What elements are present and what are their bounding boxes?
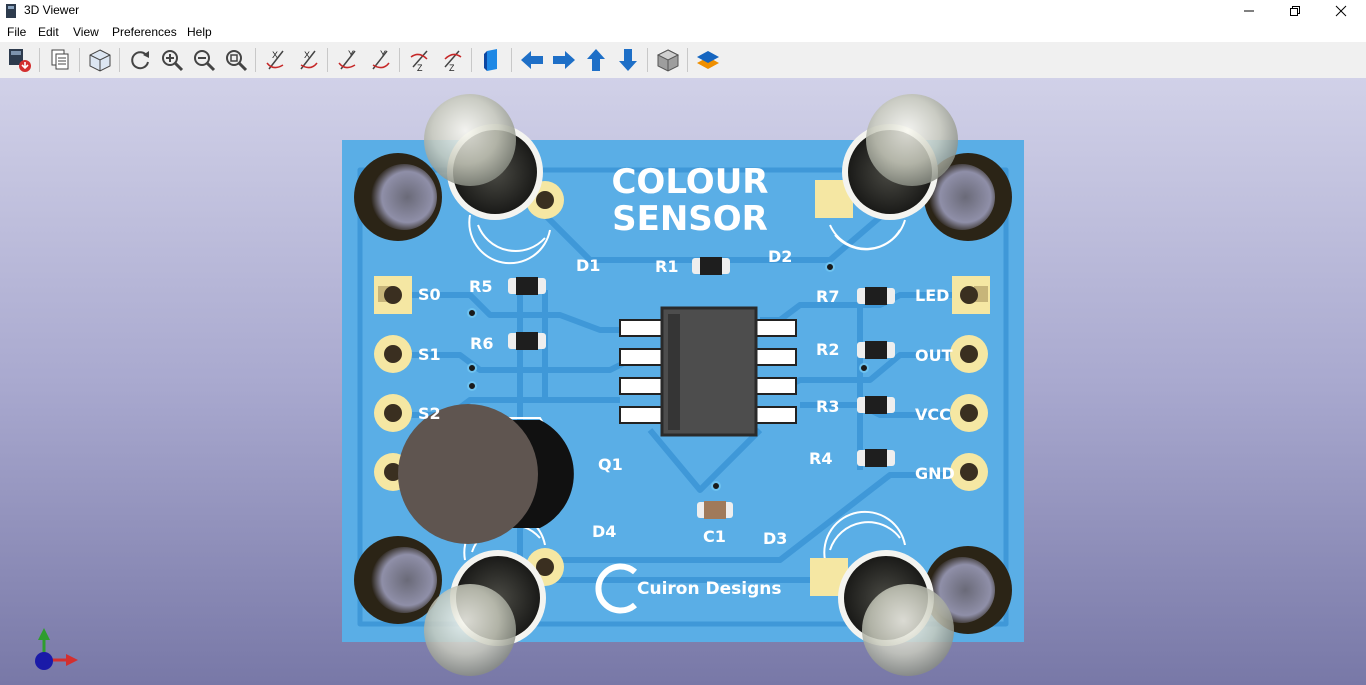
ref-d3: D3 <box>763 529 787 548</box>
render-options-icon <box>89 49 111 72</box>
svg-text:Z: Z <box>417 63 423 73</box>
toolbar: X X Y Y Z Z <box>0 42 1366 79</box>
ref-r2: R2 <box>816 340 839 359</box>
ref-r7: R7 <box>816 287 839 306</box>
move-down-icon <box>619 49 637 71</box>
ref-d2: D2 <box>768 247 792 266</box>
export-icon <box>9 49 31 72</box>
rotate-y-ccw-button[interactable]: Y <box>366 46 394 74</box>
title-bar: 3D Viewer <box>0 0 1366 22</box>
ref-r6: R6 <box>470 334 493 353</box>
rotate-y-cw-button[interactable]: Y <box>334 46 362 74</box>
menu-help[interactable]: Help <box>187 25 212 39</box>
move-up-button[interactable] <box>582 46 610 74</box>
pin-label-s2: S2 <box>418 404 441 423</box>
pin-label-s0: S0 <box>418 285 441 304</box>
rotate-z-cw-icon: Z <box>410 50 428 73</box>
rotate-y-ccw-icon: Y <box>372 49 390 70</box>
window-title: 3D Viewer <box>24 3 80 17</box>
layers-button[interactable] <box>694 46 722 74</box>
brand-label: Cuiron Designs <box>637 579 781 599</box>
zoom-out-icon <box>194 50 216 72</box>
refresh-button[interactable] <box>126 46 154 74</box>
render-options-button[interactable] <box>86 46 114 74</box>
zoom-in-button[interactable] <box>158 46 186 74</box>
board-title-line2: SENSOR <box>612 199 768 239</box>
ref-d1: D1 <box>576 256 600 275</box>
zoom-out-button[interactable] <box>190 46 218 74</box>
ref-r4: R4 <box>809 449 832 468</box>
ref-c1: C1 <box>703 527 726 546</box>
ortho-view-icon <box>656 49 680 72</box>
move-left-button[interactable] <box>518 46 546 74</box>
export-button[interactable] <box>6 46 34 74</box>
svg-text:Z: Z <box>449 63 455 73</box>
restore-icon <box>1290 6 1300 16</box>
rotate-x-cw-button[interactable]: X <box>262 46 290 74</box>
app-icon <box>6 4 16 18</box>
rotate-z-cw-button[interactable]: Z <box>406 46 434 74</box>
pin-label-vcc: VCC <box>915 405 951 424</box>
flip-board-icon <box>484 49 497 71</box>
menu-edit[interactable]: Edit <box>38 25 59 39</box>
move-up-icon <box>587 49 605 71</box>
move-right-button[interactable] <box>550 46 578 74</box>
axis-gizmo <box>35 628 78 670</box>
zoom-in-icon <box>162 50 184 72</box>
pin-label-s1: S1 <box>418 345 441 364</box>
layers-icon <box>697 51 719 69</box>
rotate-x-ccw-button[interactable]: X <box>294 46 322 74</box>
ref-q1: Q1 <box>598 455 623 474</box>
board-title-line1: COLOUR <box>611 162 768 202</box>
move-down-button[interactable] <box>614 46 642 74</box>
zoom-fit-button[interactable] <box>222 46 250 74</box>
pcb-render: COLOUR SENSOR Cuiron Designs D1 D2 D3 D4… <box>35 94 1024 676</box>
ortho-view-button[interactable] <box>654 46 682 74</box>
move-right-icon <box>553 51 575 69</box>
menu-bar: File Edit View Preferences Help <box>0 22 1366 42</box>
rotate-x-cw-icon: X <box>266 50 284 70</box>
ref-d4: D4 <box>592 522 616 541</box>
ref-r3: R3 <box>816 397 839 416</box>
pin-label-out: OUT <box>915 346 953 365</box>
pin-label-gnd: GND <box>915 464 955 483</box>
rotate-x-ccw-icon: X <box>300 50 318 70</box>
menu-file[interactable]: File <box>7 25 26 39</box>
rotate-z-ccw-button[interactable]: Z <box>438 46 466 74</box>
pin-label-s3: S3 <box>418 463 441 482</box>
menu-preferences[interactable]: Preferences <box>112 25 177 39</box>
copy-icon <box>51 49 69 70</box>
restore-button[interactable] <box>1272 0 1318 22</box>
ref-r1: R1 <box>655 257 678 276</box>
close-button[interactable] <box>1318 0 1364 22</box>
move-left-icon <box>521 51 543 69</box>
copy-button[interactable] <box>46 46 74 74</box>
flip-board-button[interactable] <box>478 46 506 74</box>
ref-r5: R5 <box>469 277 492 296</box>
zoom-fit-icon <box>226 50 248 72</box>
pin-label-led: LED <box>915 286 949 305</box>
rotate-z-ccw-icon: Z <box>444 50 462 73</box>
3d-viewport[interactable]: COLOUR SENSOR Cuiron Designs D1 D2 D3 D4… <box>0 78 1366 685</box>
minimize-button[interactable] <box>1226 0 1272 22</box>
menu-view[interactable]: View <box>73 25 99 39</box>
close-icon <box>1335 5 1347 17</box>
rotate-y-cw-icon: Y <box>338 49 356 70</box>
refresh-icon <box>131 51 149 70</box>
minimize-icon <box>1244 10 1254 12</box>
